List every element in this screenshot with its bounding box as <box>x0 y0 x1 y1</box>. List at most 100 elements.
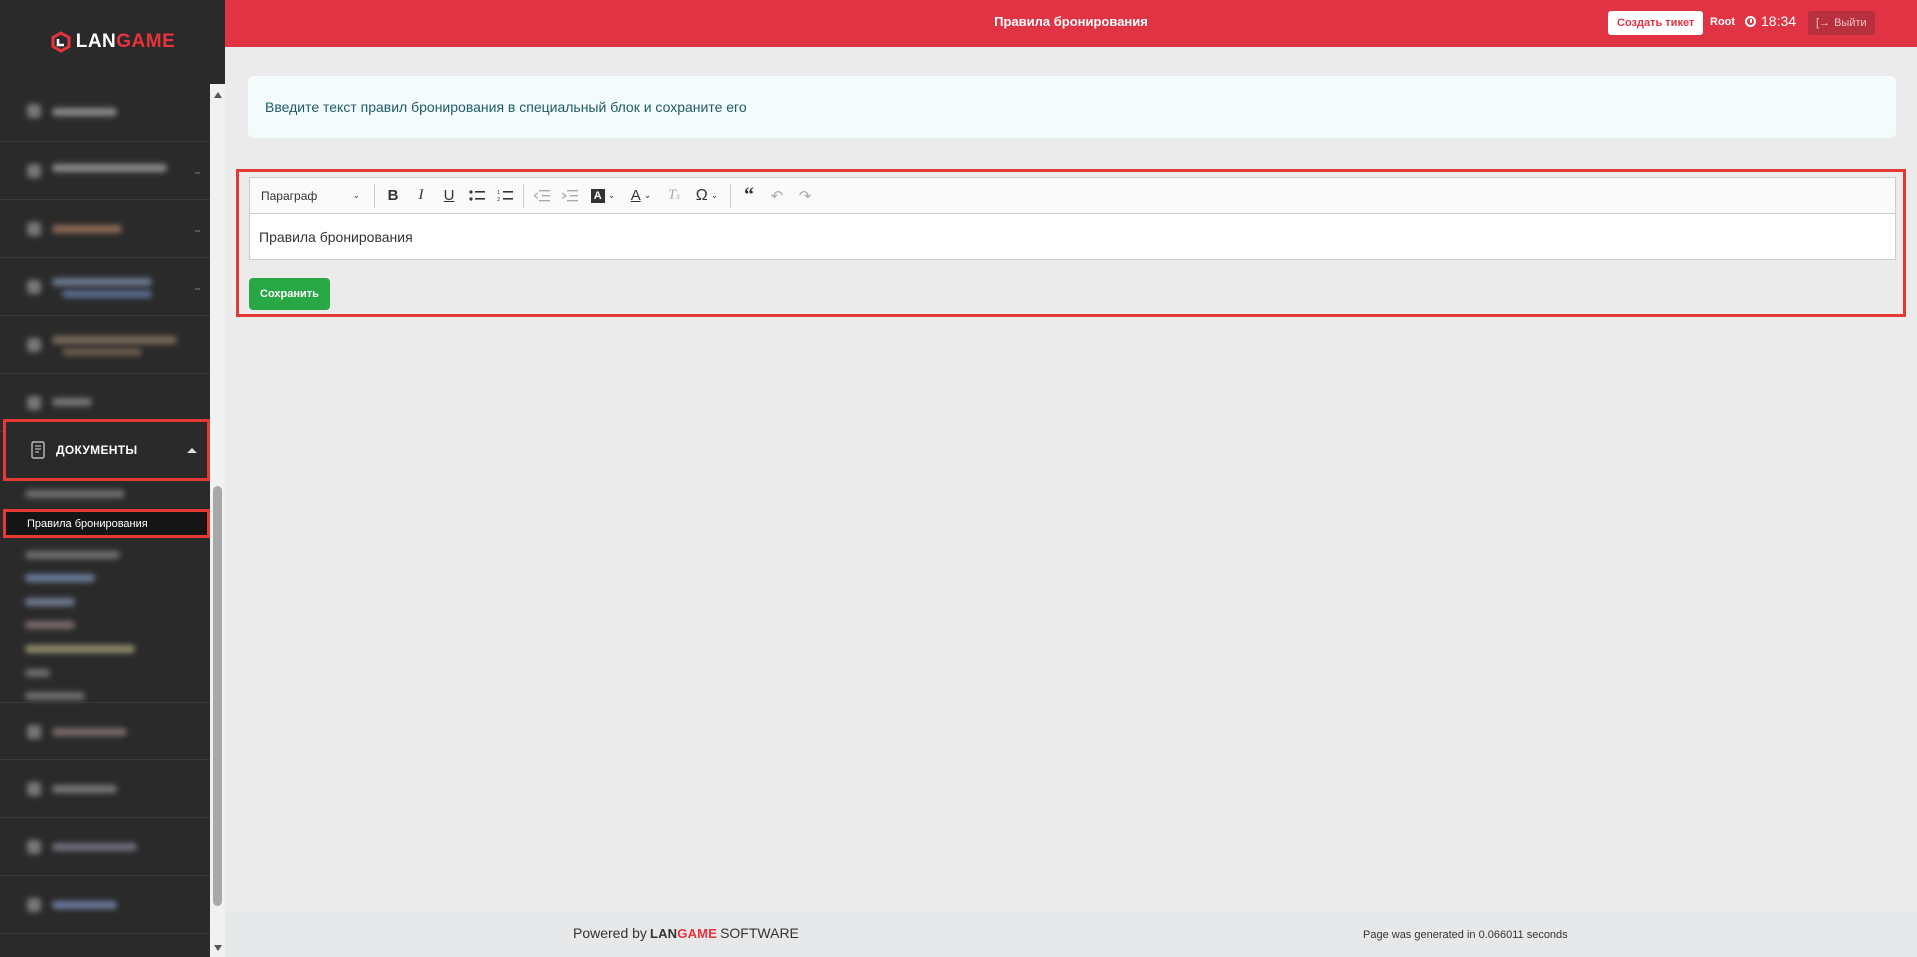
chevron-down-icon: ⌄ <box>352 190 360 200</box>
info-alert: Введите текст правил бронирования в спец… <box>248 76 1896 138</box>
menu-icon <box>27 280 41 294</box>
sidebar-scrollbar[interactable] <box>210 84 225 957</box>
blurred-label <box>52 225 122 233</box>
sidebar-item-obscured[interactable] <box>0 200 210 258</box>
toolbar-divider <box>523 183 524 208</box>
document-icon <box>30 441 46 459</box>
sidebar-item-documents[interactable]: ДОКУМЕНТЫ <box>3 419 210 481</box>
sidebar-item-obscured[interactable] <box>0 316 210 374</box>
underline-icon[interactable]: U <box>435 182 463 210</box>
sidebar-item-obscured[interactable] <box>0 818 210 876</box>
sidebar-item-obscured[interactable] <box>0 142 210 200</box>
blurred-subitem[interactable] <box>25 645 135 653</box>
menu-icon <box>27 104 41 118</box>
clock-icon <box>1745 15 1756 27</box>
logo-text-lan: LAN <box>75 31 117 52</box>
bulleted-list-icon[interactable] <box>463 182 491 210</box>
top-header: Правила бронирования Создать тикет Root … <box>225 0 1917 47</box>
redo-icon[interactable]: ↷ <box>791 182 819 210</box>
blurred-label <box>52 728 127 736</box>
blurred-subitem[interactable] <box>25 490 125 498</box>
info-text: Введите текст правил бронирования в спец… <box>265 99 747 115</box>
bold-icon[interactable]: B <box>379 182 407 210</box>
blurred-label <box>52 108 117 116</box>
menu-icon <box>27 782 41 796</box>
logout-label: Выйти <box>1834 17 1867 29</box>
sidebar-item-obscured[interactable] <box>0 258 210 316</box>
sidebar-item-obscured[interactable] <box>0 760 210 818</box>
blurred-label <box>52 164 167 172</box>
clock: 18:34 <box>1745 13 1796 29</box>
blurred-label <box>52 398 92 406</box>
undo-icon[interactable]: ↶ <box>763 182 791 210</box>
scrollbar-thumb[interactable] <box>213 486 222 906</box>
powered-by-label: Powered by <box>573 925 647 941</box>
background-color-icon[interactable]: A ⌄ <box>584 182 622 210</box>
sidebar-item-obscured[interactable] <box>0 876 210 934</box>
blurred-label <box>52 843 137 851</box>
indent-icon[interactable] <box>556 182 584 210</box>
blurred-subitem[interactable] <box>25 551 120 559</box>
logo-text: LANGAME <box>76 31 176 53</box>
blurred-label <box>62 348 142 356</box>
special-characters-icon[interactable]: Ω ⌄ <box>688 182 726 210</box>
chevron-up-icon <box>187 448 197 453</box>
blurred-subitem[interactable] <box>25 621 75 629</box>
chevron-icon <box>195 230 200 232</box>
blurred-subitem[interactable] <box>25 598 75 606</box>
footer: Powered by LANGAME SOFTWARE Page was gen… <box>225 912 1917 957</box>
editor-panel: Параграф ⌄ B I U 12 A ⌄ A ⌄ Tx Ω ⌄ “ ↶ ↷… <box>236 169 1906 317</box>
sidebar-item-obscured[interactable] <box>0 84 210 142</box>
blurred-label <box>52 278 152 286</box>
logo-text-game: GAME <box>116 31 176 52</box>
menu-icon <box>27 164 41 178</box>
toolbar-divider <box>374 183 375 208</box>
block-format-select[interactable]: Параграф ⌄ <box>250 189 370 203</box>
software-label: SOFTWARE <box>720 925 799 941</box>
save-button[interactable]: Сохранить <box>249 278 330 310</box>
generation-time: Page was generated in 0.066011 seconds <box>1363 929 1568 941</box>
menu-icon <box>27 725 41 739</box>
menu-icon <box>27 396 41 410</box>
sidebar-item-label: ДОКУМЕНТЫ <box>56 443 138 457</box>
sidebar: LANGAME ДОКУМЕНТЫ Правила бронирования <box>0 0 225 957</box>
blurred-label <box>62 290 152 298</box>
menu-icon <box>27 338 41 352</box>
italic-icon[interactable]: I <box>407 182 435 210</box>
langame-logo-icon <box>50 31 72 53</box>
blockquote-icon[interactable]: “ <box>735 182 763 210</box>
svg-text:2: 2 <box>497 197 500 203</box>
langame-logo[interactable]: LANGAME <box>0 0 225 84</box>
menu-icon <box>27 840 41 854</box>
menu-icon <box>27 222 41 236</box>
blurred-label <box>52 785 117 793</box>
blurred-subitem[interactable] <box>25 574 95 582</box>
chevron-icon <box>195 288 200 290</box>
powered-by: Powered by LANGAME SOFTWARE <box>573 925 799 941</box>
footer-brand-game: GAME <box>677 925 718 941</box>
footer-brand-logo[interactable]: LANGAME <box>650 926 717 941</box>
editor-toolbar: Параграф ⌄ B I U 12 A ⌄ A ⌄ Tx Ω ⌄ “ ↶ ↷ <box>249 177 1896 213</box>
logout-button[interactable]: [→ Выйти <box>1808 11 1875 35</box>
chevron-icon <box>195 172 200 174</box>
blurred-label <box>52 336 177 344</box>
create-ticket-button[interactable]: Создать тикет <box>1608 11 1704 35</box>
blurred-subitem[interactable] <box>25 692 85 700</box>
toolbar-divider <box>730 183 731 208</box>
user-name[interactable]: Root <box>1710 16 1735 28</box>
rich-text-editor[interactable]: Правила бронирования <box>249 213 1896 260</box>
menu-icon <box>27 898 41 912</box>
numbered-list-icon[interactable]: 12 <box>491 182 519 210</box>
blurred-subitem[interactable] <box>25 669 50 677</box>
sidebar-subitem-label: Правила бронирования <box>27 517 148 530</box>
font-color-icon[interactable]: A ⌄ <box>622 182 660 210</box>
scroll-up-arrow-icon[interactable] <box>214 92 222 98</box>
scroll-down-arrow-icon[interactable] <box>214 945 222 951</box>
block-format-value: Параграф <box>261 188 318 203</box>
outdent-icon[interactable] <box>528 182 556 210</box>
sidebar-item-obscured[interactable] <box>0 702 210 760</box>
editor-content[interactable]: Правила бронирования <box>259 229 413 245</box>
svg-text:1: 1 <box>497 190 500 196</box>
sidebar-subitem-booking-rules[interactable]: Правила бронирования <box>3 509 210 538</box>
clear-format-icon[interactable]: Tx <box>660 182 688 210</box>
